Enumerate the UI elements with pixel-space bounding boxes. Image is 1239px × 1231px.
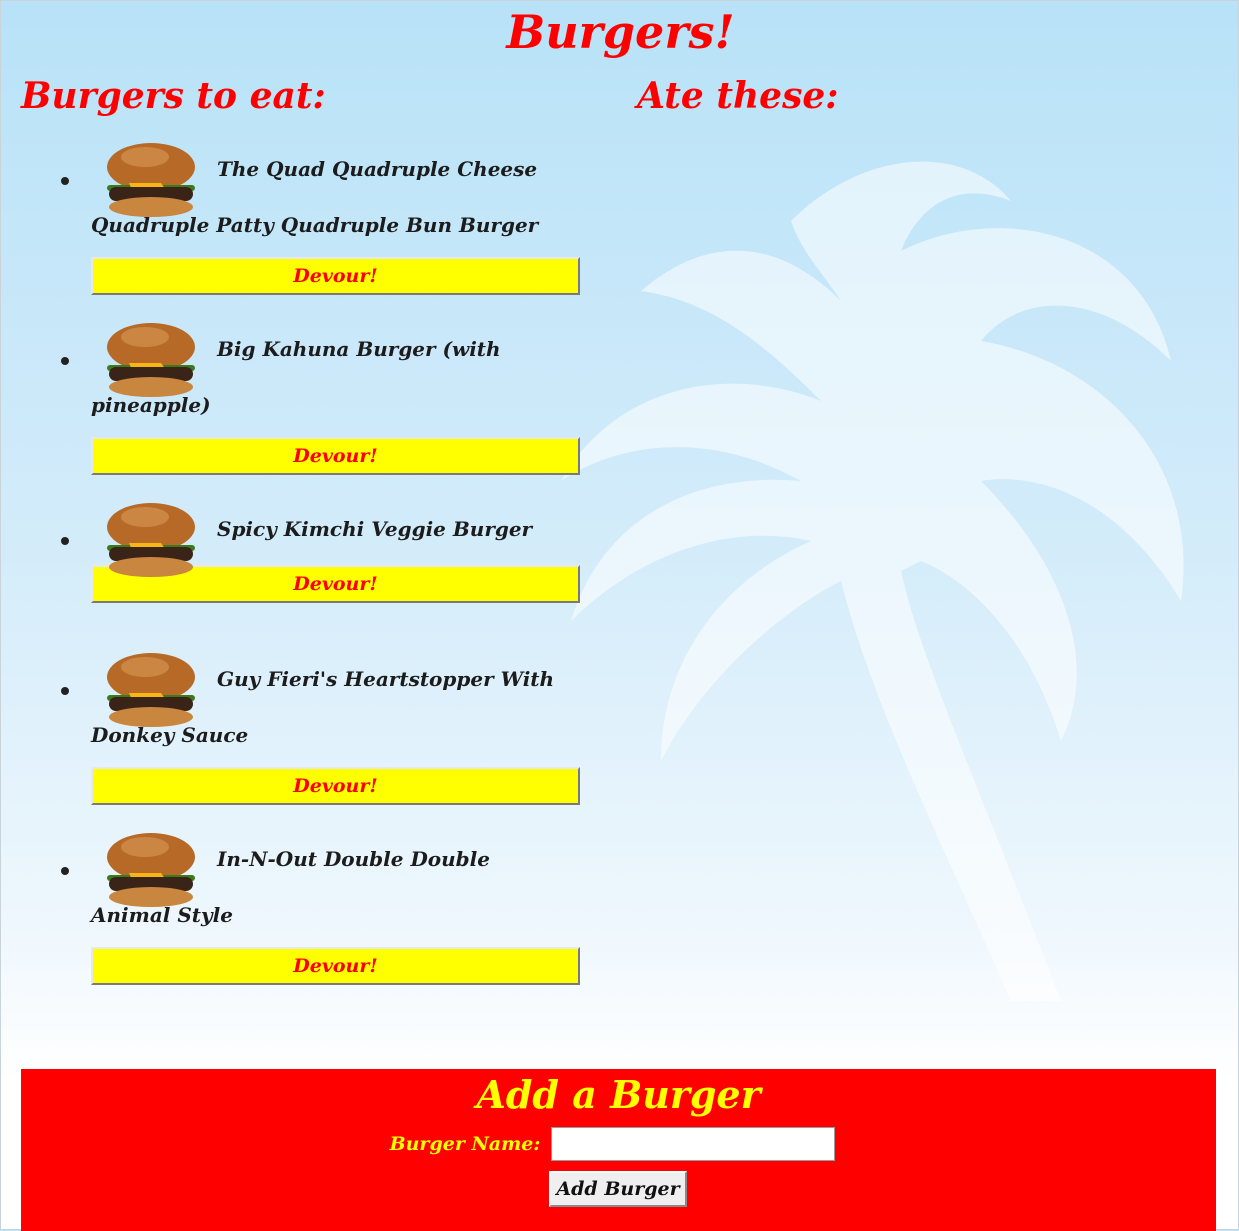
burger-name-input[interactable]	[551, 1127, 836, 1161]
devour-button[interactable]: Devour!	[91, 947, 580, 985]
page-title: Burgers!	[506, 5, 735, 59]
bullet-icon	[61, 867, 69, 875]
add-burger-title: Add a Burger	[476, 1072, 761, 1117]
bullet-icon	[61, 357, 69, 365]
eaten-heading: Ate these:	[637, 75, 839, 117]
list-item: In-N-Out Double Double Animal Style Devo…	[61, 831, 591, 985]
add-burger-form: Burger Name:	[21, 1127, 1216, 1161]
devour-button[interactable]: Devour!	[91, 257, 580, 295]
devour-button[interactable]: Devour!	[91, 767, 580, 805]
cheeseburger-image	[107, 833, 195, 907]
list-item: Big Kahuna Burger (with pineapple) Devou…	[61, 321, 591, 475]
bullet-icon	[61, 537, 69, 545]
cheeseburger-image	[107, 503, 195, 577]
devour-button[interactable]: Devour!	[91, 437, 580, 475]
list-item: Guy Fieri's Heartstopper With Donkey Sau…	[61, 651, 591, 805]
burger-name-label: Burger Name:	[389, 1133, 541, 1155]
cheeseburger-image	[107, 143, 195, 217]
list-item: Spicy Kimchi Veggie Burger Devour!	[61, 501, 591, 603]
palm-tree-watermark	[561, 161, 1184, 1001]
bullet-icon	[61, 177, 69, 185]
add-burger-button[interactable]: Add Burger	[549, 1171, 687, 1207]
cheeseburger-image	[107, 653, 195, 727]
bullet-icon	[61, 687, 69, 695]
list-item: The Quad Quadruple Cheese Quadruple Patt…	[61, 141, 591, 295]
cheeseburger-image	[107, 323, 195, 397]
to-eat-heading: Burgers to eat:	[21, 75, 326, 117]
add-burger-panel: Add a Burger Burger Name: Add Burger	[21, 1069, 1216, 1231]
